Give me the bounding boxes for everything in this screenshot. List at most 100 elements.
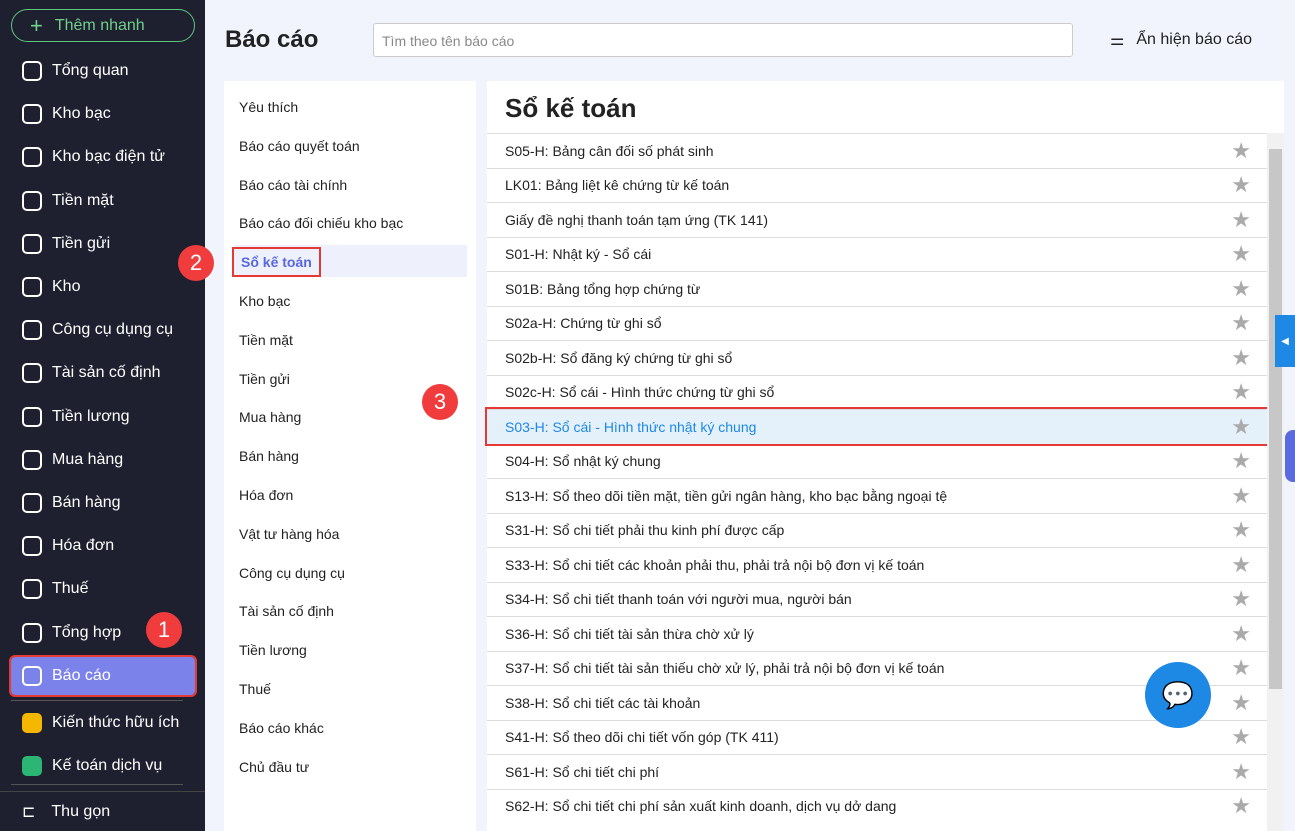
- star-icon[interactable]: ★: [1231, 172, 1251, 198]
- category-item[interactable]: Chủ đầu tư: [234, 750, 467, 782]
- sidebar-item[interactable]: Kho bạc: [11, 95, 195, 133]
- scrollbar[interactable]: [1267, 133, 1284, 831]
- menu-icon: [22, 449, 42, 470]
- report-row[interactable]: S02b-H: Sổ đăng ký chứng từ ghi sổ ★: [487, 340, 1267, 375]
- star-icon[interactable]: ★: [1231, 759, 1251, 785]
- sidebar-item[interactable]: Tiền mặt: [11, 182, 195, 220]
- star-icon[interactable]: ★: [1231, 552, 1251, 578]
- sidebar-item[interactable]: Kiến thức hữu ích: [11, 704, 195, 742]
- category-item[interactable]: Kho bạc: [234, 284, 467, 316]
- menu-icon: [22, 493, 42, 513]
- report-row[interactable]: S13-H: Sổ theo dõi tiền mặt, tiền gửi ng…: [487, 478, 1267, 513]
- sidebar-item[interactable]: Kho bạc điện tử: [11, 138, 195, 176]
- star-icon[interactable]: ★: [1231, 517, 1251, 543]
- report-row[interactable]: Giấy đề nghị thanh toán tạm ứng (TK 141)…: [487, 202, 1267, 237]
- panel-title: Sổ kế toán: [505, 93, 637, 123]
- sidebar-item[interactable]: Tổng quan: [11, 52, 195, 90]
- divider: [11, 700, 183, 701]
- plus-icon: +: [30, 12, 43, 38]
- collapse-button[interactable]: ⊏ Thu gọn: [0, 791, 205, 831]
- star-icon[interactable]: ★: [1231, 586, 1251, 612]
- menu-icon: [22, 406, 42, 427]
- sidebar-item[interactable]: Bán hàng: [11, 484, 195, 522]
- category-item[interactable]: Báo cáo quyết toán: [234, 129, 467, 161]
- sidebar-item[interactable]: Báo cáo: [9, 654, 197, 697]
- category-list: Yêu thích Báo cáo quyết toán Báo cáo tài c…: [224, 81, 476, 831]
- report-row[interactable]: S31-H: Sổ chi tiết phải thu kinh phí đượ…: [487, 512, 1267, 548]
- quick-add-button[interactable]: + Thêm nhanh: [11, 9, 195, 42]
- star-icon[interactable]: ★: [1231, 483, 1251, 509]
- sidebar-item[interactable]: Kế toán dịch vụ: [11, 747, 195, 785]
- star-icon[interactable]: ★: [1231, 138, 1251, 164]
- category-item[interactable]: Báo cáo tài chính: [234, 168, 467, 200]
- menu-icon: [22, 61, 42, 81]
- category-item[interactable]: Báo cáo khác: [234, 711, 467, 743]
- report-row[interactable]: S36-H: Sổ chi tiết tài sản thừa chờ xử l…: [487, 616, 1267, 651]
- menu-icon: [22, 190, 42, 211]
- sidebar-item[interactable]: Tiền lương: [11, 398, 195, 436]
- sidebar-item[interactable]: Tài sản cố định: [11, 354, 195, 392]
- star-icon[interactable]: ★: [1231, 724, 1251, 750]
- report-row[interactable]: S05-H: Bảng cân đối số phát sinh ★: [487, 133, 1267, 168]
- category-item[interactable]: Công cụ dụng cụ: [234, 556, 467, 588]
- search-input[interactable]: Tìm theo tên báo cáo: [373, 23, 1073, 57]
- star-icon[interactable]: ★: [1231, 793, 1251, 819]
- sidebar-item[interactable]: Mua hàng: [11, 441, 195, 479]
- report-row[interactable]: S01B: Bảng tổng hợp chứng từ ★: [487, 271, 1267, 306]
- report-row[interactable]: S41-H: Sổ theo dõi chi tiết vốn góp (TK …: [487, 719, 1267, 755]
- report-row[interactable]: S02c-H: Sổ cái - Hình thức chứng từ ghi …: [487, 374, 1267, 410]
- category-item[interactable]: Bán hàng: [234, 439, 467, 471]
- report-row[interactable]: LK01: Bảng liệt kê chứng từ kế toán ★: [487, 167, 1267, 203]
- category-item[interactable]: Sổ kế toán: [232, 245, 467, 278]
- page-title: Báo cáo: [225, 26, 319, 53]
- star-icon[interactable]: ★: [1231, 207, 1251, 233]
- star-icon[interactable]: ★: [1231, 448, 1251, 474]
- chat-icon: 💬: [1161, 679, 1195, 710]
- star-icon[interactable]: ★: [1231, 414, 1251, 440]
- report-row[interactable]: S01-H: Nhật ký - Sổ cái ★: [487, 236, 1267, 272]
- menu-icon: [22, 579, 42, 600]
- star-icon[interactable]: ★: [1231, 345, 1251, 371]
- star-icon[interactable]: ★: [1231, 379, 1251, 405]
- star-icon[interactable]: ★: [1231, 310, 1251, 336]
- category-item[interactable]: Tài sản cố định: [234, 594, 467, 626]
- report-row[interactable]: S34-H: Sổ chi tiết thanh toán với người …: [487, 581, 1267, 617]
- star-icon[interactable]: ★: [1231, 621, 1251, 647]
- sidebar: + Thêm nhanh Tổng quan Kho bạc Kho bạc điện…: [0, 0, 205, 831]
- scrollbar-thumb[interactable]: [1269, 149, 1282, 689]
- category-item[interactable]: Hóa đơn: [234, 478, 467, 510]
- menu-icon: [22, 363, 42, 384]
- sidebar-item[interactable]: Thuế: [11, 570, 195, 608]
- category-item[interactable]: Tiền lương: [234, 633, 467, 665]
- report-row[interactable]: S04-H: Sổ nhật ký chung ★: [487, 443, 1267, 479]
- side-drawer-handle[interactable]: [1285, 430, 1295, 482]
- star-icon[interactable]: ★: [1231, 690, 1251, 716]
- category-item[interactable]: Báo cáo đối chiếu kho bạc: [234, 206, 467, 238]
- menu-icon: [22, 665, 42, 686]
- step-badge: 1: [146, 612, 182, 648]
- star-icon[interactable]: ★: [1231, 241, 1251, 267]
- sidebar-item[interactable]: Kho: [11, 268, 195, 306]
- category-item[interactable]: Vật tư hàng hóa: [234, 517, 467, 549]
- category-item[interactable]: Tiền mặt: [234, 323, 467, 355]
- report-row[interactable]: S62-H: Sổ chi tiết chi phí sản xuất kinh…: [487, 788, 1267, 824]
- star-icon[interactable]: ★: [1231, 655, 1251, 681]
- report-row[interactable]: S61-H: Sổ chi tiết chi phí ★: [487, 754, 1267, 789]
- chat-button[interactable]: 💬: [1145, 662, 1211, 728]
- category-item[interactable]: Yêu thích: [234, 90, 467, 122]
- step-badge: 2: [178, 245, 214, 281]
- category-item[interactable]: Thuế: [234, 672, 467, 704]
- menu-icon: [22, 536, 42, 557]
- menu-icon: [22, 320, 42, 341]
- menu-icon: [22, 756, 42, 777]
- report-row[interactable]: S02a-H: Chứng từ ghi sổ ★: [487, 305, 1267, 341]
- star-icon[interactable]: ★: [1231, 276, 1251, 302]
- sidebar-item[interactable]: Tiền gửi: [11, 225, 195, 263]
- sidebar-item[interactable]: Hóa đơn: [11, 527, 195, 565]
- side-panel-toggle[interactable]: ◀: [1275, 315, 1295, 367]
- sidebar-item[interactable]: Công cụ dụng cụ: [11, 311, 195, 349]
- report-row[interactable]: S03-H: Sổ cái - Hình thức nhật ký chung ★: [485, 407, 1269, 446]
- report-row[interactable]: S33-H: Sổ chi tiết các khoản phải thu, p…: [487, 547, 1267, 582]
- toggle-reports-button[interactable]: ⚌ Ẩn hiện báo cáo: [1110, 30, 1252, 50]
- collapse-icon: ⊏: [22, 803, 36, 821]
